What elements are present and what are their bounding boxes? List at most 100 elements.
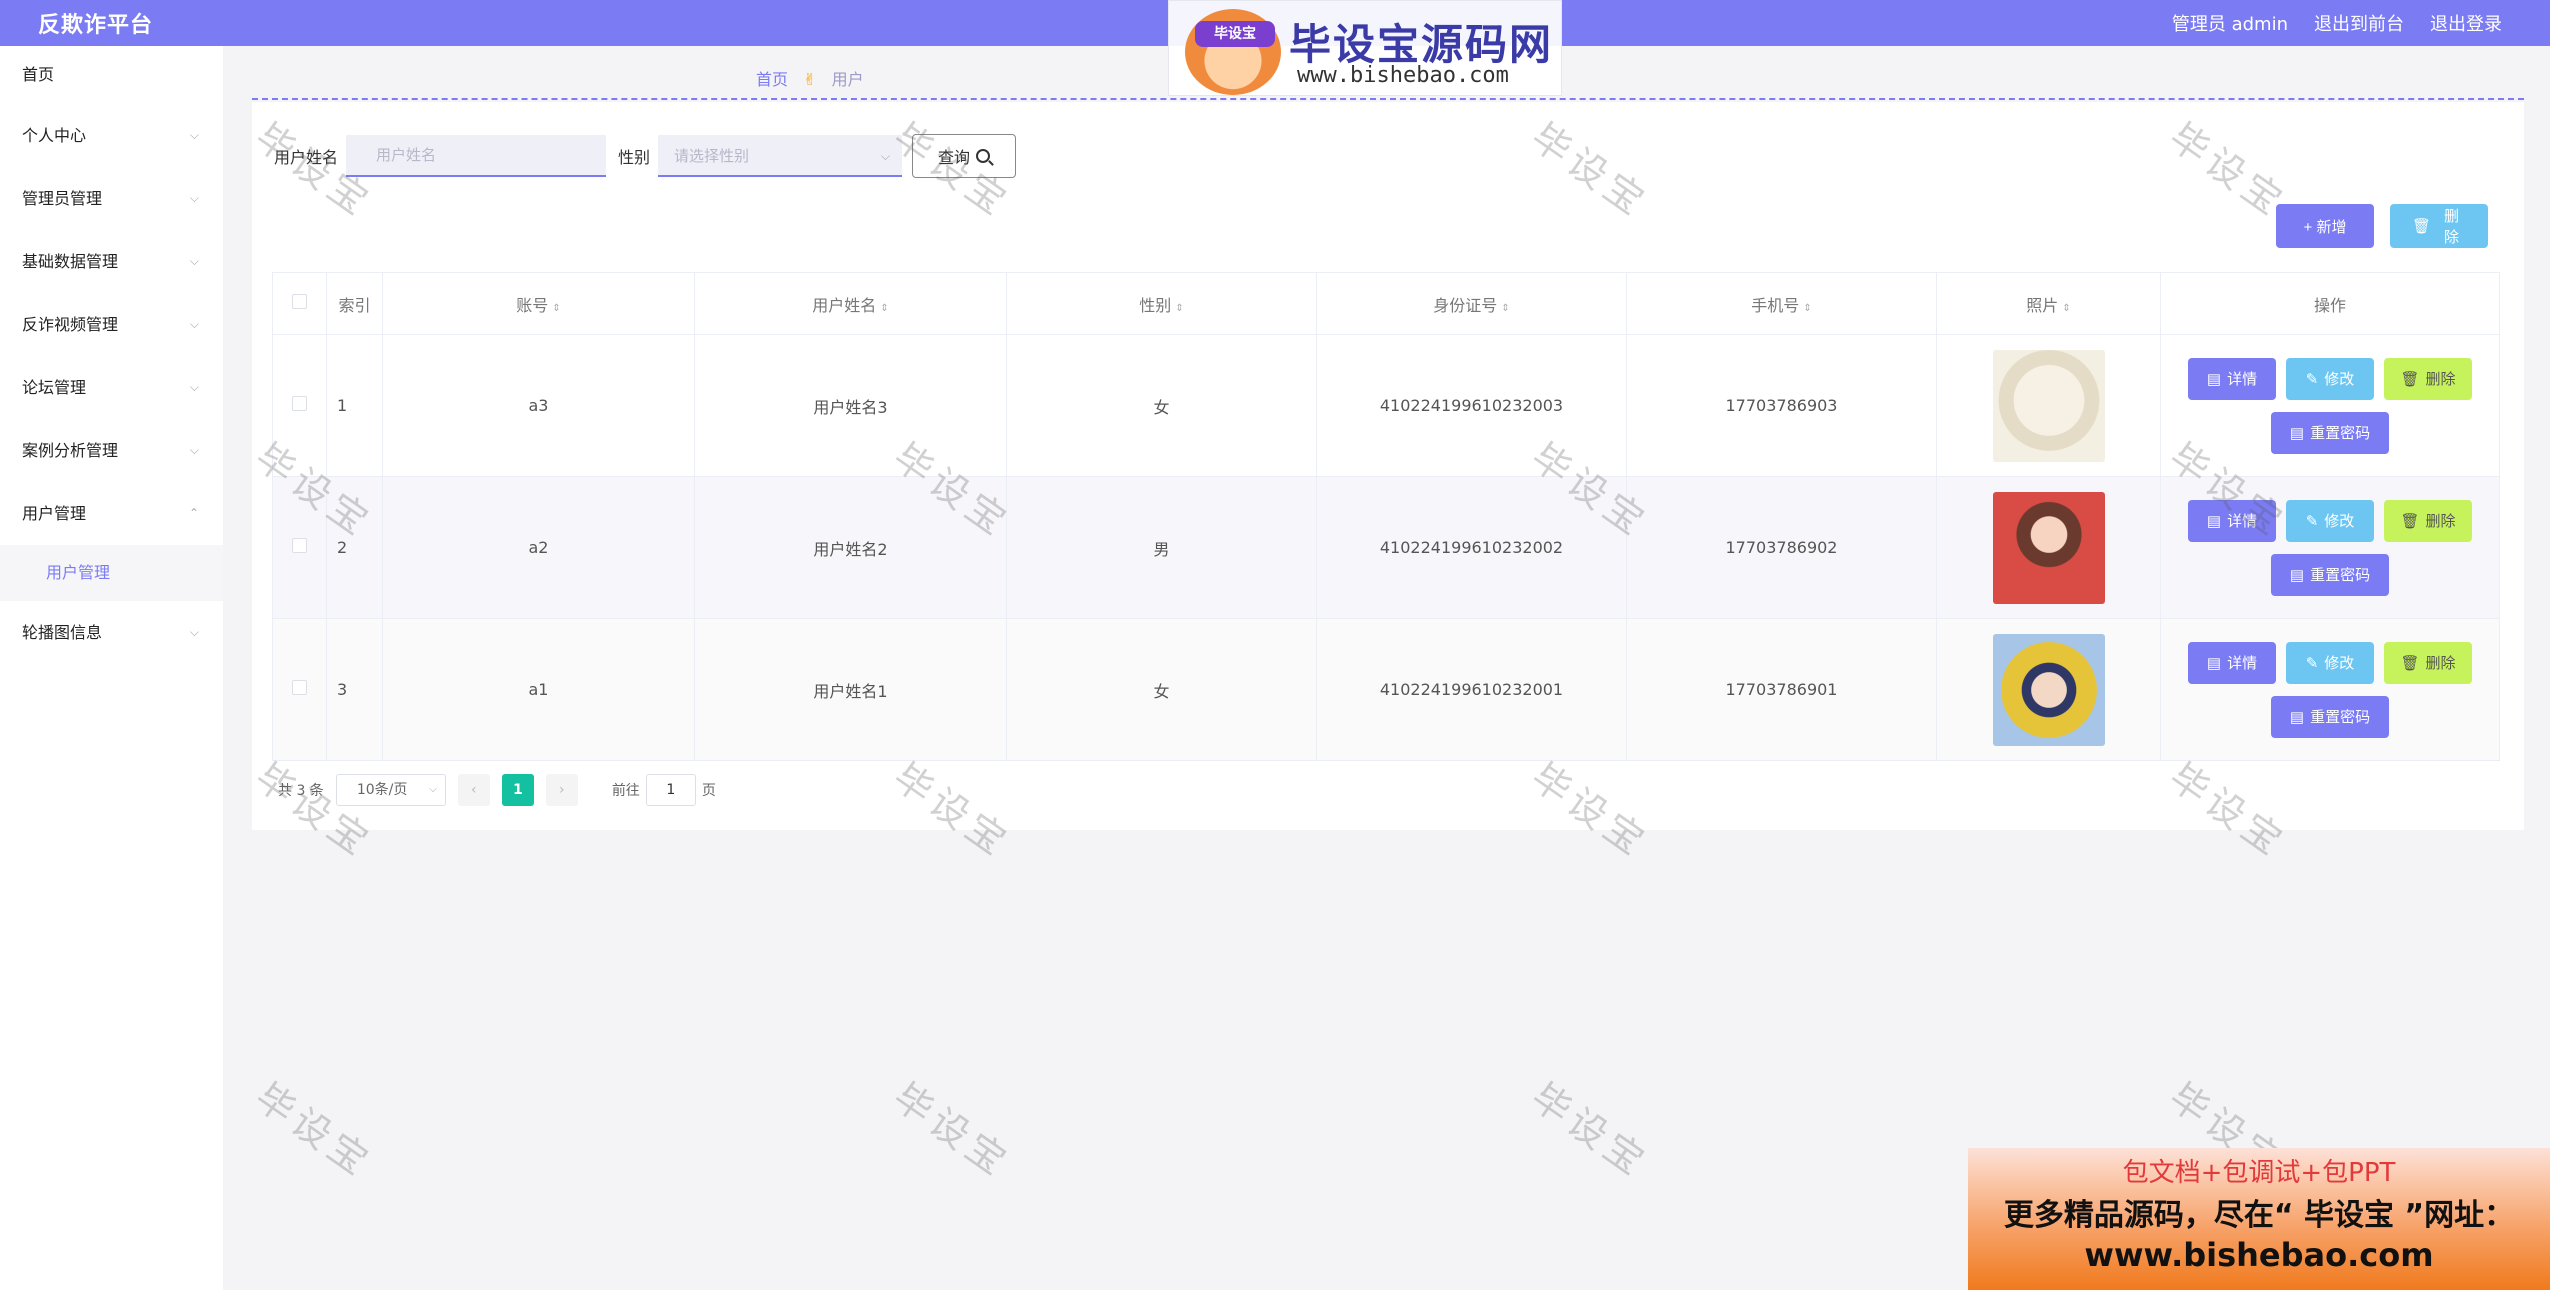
sidebar-item-label: 案例分析管理	[22, 441, 119, 460]
col-phone-label: 手机号	[1751, 295, 1800, 315]
cell-name: 用户姓名3	[694, 334, 1007, 477]
delete-label: 删除	[2425, 371, 2456, 388]
cell-index: 3	[326, 618, 383, 761]
logo-url: www.bishebao.com	[1297, 63, 1509, 88]
detail-button[interactable]: ▤ 详情	[2188, 641, 2276, 684]
edit-button[interactable]: ✎ 修改	[2286, 357, 2374, 400]
pencil-icon: ✎	[2305, 370, 2319, 388]
col-index: 索引	[326, 272, 383, 335]
breadcrumb-home[interactable]: 首页	[756, 70, 788, 89]
select-all-cell	[272, 272, 327, 335]
name-search-input[interactable]	[346, 135, 607, 177]
content-panel: 用户姓名 性别 请选择性别 ⌵ 查询 + 新增 🗑 删除 索引 账号⇕ 用户姓名…	[252, 102, 2524, 830]
document-icon: ▤	[2206, 654, 2222, 672]
batch-delete-label: 删除	[2444, 208, 2460, 246]
cell-actions: ▤ 详情 ✎ 修改 🗑 删除 ▤ 重置密码	[2160, 334, 2500, 477]
delete-button[interactable]: 🗑 删除	[2384, 499, 2472, 542]
exit-to-front-link[interactable]: 退出到前台	[2314, 10, 2404, 36]
sort-icon[interactable]: ⇕	[880, 303, 888, 314]
sidebar-item-case-analysis[interactable]: 案例分析管理 ⌵	[0, 419, 223, 482]
breadcrumb-current: 用户	[831, 70, 864, 89]
sidebar-item-personal-center[interactable]: 个人中心 ⌵	[0, 104, 223, 167]
col-phone[interactable]: 手机号 ⇕	[1626, 272, 1937, 335]
watermark-text: 毕设宝	[885, 1074, 1019, 1187]
user-photo[interactable]	[1992, 349, 2105, 462]
detail-button[interactable]: ▤ 详情	[2188, 357, 2276, 400]
reset-password-button[interactable]: ▤ 重置密码	[2271, 553, 2389, 596]
sidebar-item-label: 首页	[22, 65, 55, 84]
goto-page-input[interactable]: 1	[645, 774, 696, 806]
page-size-select[interactable]: 10条/页 ⌵	[335, 774, 446, 806]
detail-button[interactable]: ▤ 详情	[2188, 499, 2276, 542]
row-checkbox[interactable]	[292, 680, 307, 695]
sort-icon[interactable]: ⇕	[552, 303, 560, 314]
sidebar-subitem-user-management[interactable]: 用户管理	[0, 545, 223, 601]
col-name[interactable]: 用户姓名 ⇕	[694, 272, 1007, 335]
col-gender[interactable]: 性别 ⇕	[1006, 272, 1317, 335]
add-button[interactable]: + 新增	[2276, 204, 2374, 248]
delete-label: 删除	[2425, 513, 2456, 530]
cell-index: 2	[326, 476, 383, 619]
sidebar-item-home[interactable]: 首页	[0, 46, 223, 104]
page-number-button[interactable]: 1	[501, 774, 534, 806]
sort-icon[interactable]: ⇕	[1803, 303, 1811, 314]
trash-icon: 🗑	[2400, 370, 2420, 388]
sort-icon[interactable]: ⇕	[1501, 303, 1509, 314]
col-account[interactable]: 账号 ⇕	[382, 272, 695, 335]
cell-name: 用户姓名1	[694, 618, 1007, 761]
logout-link[interactable]: 退出登录	[2430, 10, 2502, 36]
page-size-value: 10条/页	[356, 782, 408, 798]
user-photo[interactable]	[1992, 633, 2105, 746]
divider	[252, 98, 2524, 100]
page-unit-label: 页	[701, 783, 716, 799]
sidebar-item-label: 反诈视频管理	[22, 315, 119, 334]
trash-icon: 🗑	[2400, 654, 2420, 672]
sidebar-item-basic-data[interactable]: 基础数据管理 ⌵	[0, 230, 223, 293]
pencil-icon: ✎	[2305, 654, 2319, 672]
breadcrumb: 首页 ✌ 用户	[756, 66, 864, 90]
pagination-total: 共 3 条	[278, 783, 324, 799]
gender-search-label: 性别	[618, 148, 651, 167]
reset-password-label: 重置密码	[2310, 567, 2371, 584]
row-select-cell	[272, 618, 327, 761]
table-row: 2 a2 用户姓名2 男 410224199610232002 17703786…	[272, 476, 2500, 619]
row-checkbox[interactable]	[292, 538, 307, 553]
sidebar-item-label: 论坛管理	[22, 378, 87, 397]
sidebar-item-admin-management[interactable]: 管理员管理 ⌵	[0, 167, 223, 230]
watermark-text: 毕设宝	[247, 1074, 381, 1187]
edit-button[interactable]: ✎ 修改	[2286, 641, 2374, 684]
sidebar-item-user-management[interactable]: 用户管理 ⌃	[0, 482, 223, 545]
sort-icon[interactable]: ⇕	[1175, 303, 1183, 314]
reset-password-button[interactable]: ▤ 重置密码	[2271, 695, 2389, 738]
detail-label: 详情	[2227, 513, 2258, 530]
edit-label: 修改	[2324, 655, 2355, 672]
sidebar-item-video-management[interactable]: 反诈视频管理 ⌵	[0, 293, 223, 356]
next-page-button[interactable]: ›	[545, 774, 578, 806]
sidebar-item-forum-management[interactable]: 论坛管理 ⌵	[0, 356, 223, 419]
user-photo[interactable]	[1992, 491, 2105, 604]
query-button[interactable]: 查询	[912, 134, 1017, 178]
col-id-number[interactable]: 身份证号 ⇕	[1316, 272, 1627, 335]
select-all-checkbox[interactable]	[292, 294, 307, 309]
search-icon	[976, 149, 991, 163]
delete-button[interactable]: 🗑 删除	[2384, 357, 2472, 400]
cell-actions: ▤ 详情 ✎ 修改 🗑 删除 ▤ 重置密码	[2160, 476, 2500, 619]
detail-label: 详情	[2227, 655, 2258, 672]
delete-button[interactable]: 🗑 删除	[2384, 641, 2472, 684]
reset-password-button[interactable]: ▤ 重置密码	[2271, 411, 2389, 454]
pagination: 共 3 条 10条/页 ⌵ ‹ 1 › 前往 1 页	[278, 774, 716, 806]
sort-icon[interactable]: ⇕	[2062, 303, 2070, 314]
sidebar-item-carousel[interactable]: 轮播图信息 ⌵	[0, 601, 223, 664]
batch-delete-button[interactable]: 🗑 删除	[2390, 204, 2488, 248]
row-checkbox[interactable]	[292, 396, 307, 411]
cell-id-number: 410224199610232001	[1316, 618, 1627, 761]
gender-select[interactable]: 请选择性别 ⌵	[658, 135, 903, 177]
prev-page-button[interactable]: ‹	[457, 774, 490, 806]
chevron-up-icon: ⌃	[188, 506, 199, 520]
header-actions: 管理员 admin 退出到前台 退出登录	[2172, 10, 2502, 36]
col-photo[interactable]: 照片 ⇕	[1936, 272, 2161, 335]
ad-banner[interactable]: 包文档+包调试+包PPT 更多精品源码，尽在“ 毕设宝 ”网址： www.bis…	[1968, 1148, 2550, 1290]
hand-icon: ✌	[803, 70, 817, 89]
col-actions: 操作	[2160, 272, 2500, 335]
edit-button[interactable]: ✎ 修改	[2286, 499, 2374, 542]
